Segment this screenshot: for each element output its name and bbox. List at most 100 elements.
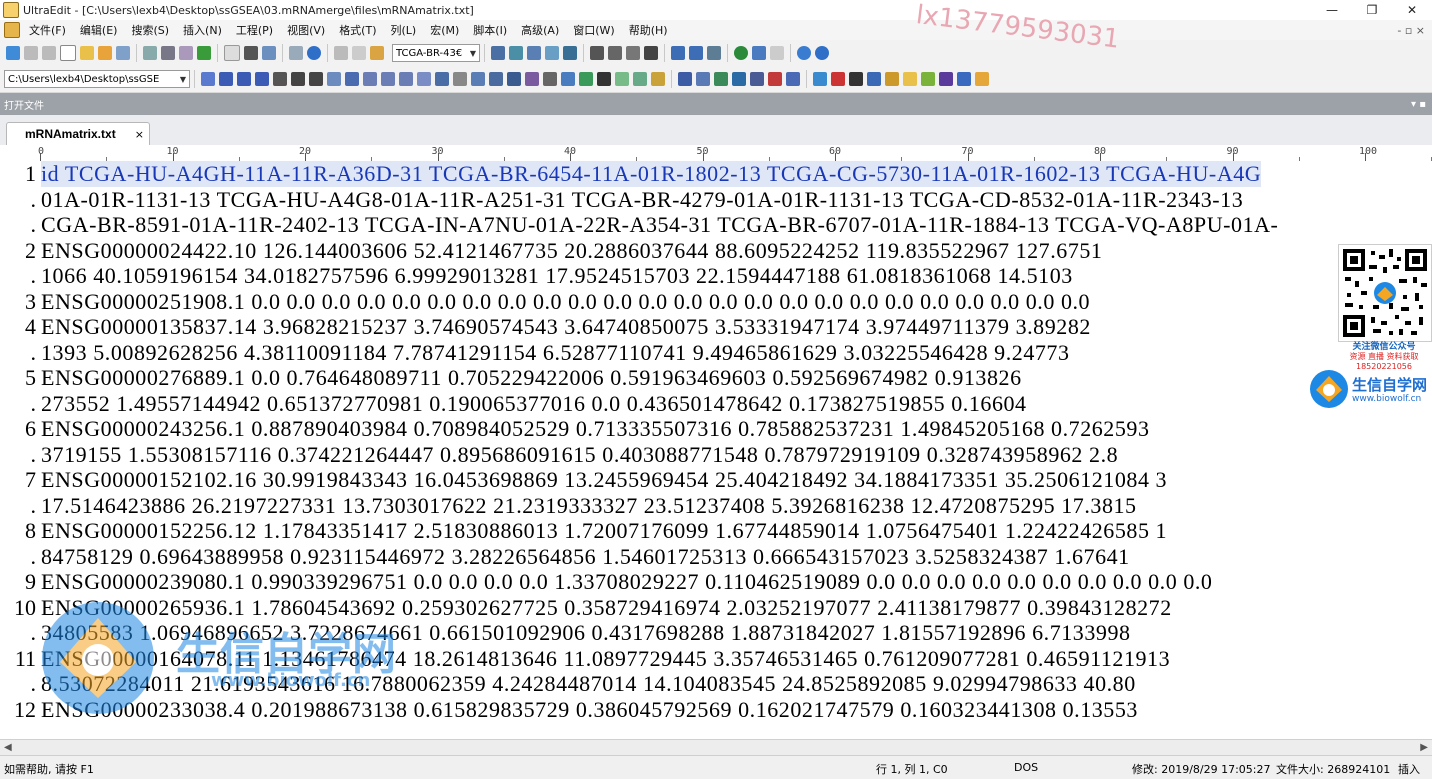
editor-line[interactable]: 1 id TCGA-HU-A4GH-11A-11R-A36D-31 TCGA-BR… — [0, 161, 1432, 187]
line-text[interactable]: ENSG00000239080.1 0.990339296751 0.0 0.0… — [41, 569, 1212, 595]
menu-search[interactable]: 搜索(S) — [124, 22, 176, 38]
table-icon[interactable] — [435, 72, 449, 86]
google-icon[interactable] — [813, 72, 827, 86]
minimize-button[interactable]: — — [1312, 0, 1352, 20]
globe-icon[interactable] — [307, 46, 321, 60]
compare-icon[interactable] — [770, 46, 784, 60]
menu-column[interactable]: 列(L) — [384, 22, 424, 38]
chart-icon[interactable] — [939, 72, 953, 86]
line-text[interactable]: 1393 5.00892628256 4.38110091184 7.78741… — [41, 340, 1070, 366]
horizontal-scrollbar[interactable]: ◀ ▶ — [0, 739, 1432, 755]
screen-icon[interactable] — [752, 46, 766, 60]
line-text[interactable]: 17.5146423886 26.2197227331 13.730301762… — [41, 493, 1137, 519]
word-wrap-icon[interactable] — [626, 46, 640, 60]
browser-icon[interactable] — [734, 46, 748, 60]
scroll-right-icon[interactable]: ▶ — [1420, 740, 1428, 755]
line-text[interactable]: 01A-01R-1131-13 TCGA-HU-A4G8-01A-11R-A25… — [41, 187, 1243, 213]
line-text[interactable]: ENSG00000152102.16 30.9919843343 16.0453… — [41, 467, 1167, 493]
paragraph-icon[interactable] — [273, 72, 287, 86]
editor-line[interactable]: 12 ENSG00000233038.4 0.201988673138 0.615… — [0, 697, 1432, 723]
line-text[interactable]: id TCGA-HU-A4GH-11A-11R-A36D-31 TCGA-BR-… — [41, 161, 1262, 187]
tidy-icon[interactable] — [750, 72, 764, 86]
line-text[interactable]: ENSG00000233038.4 0.201988673138 0.61582… — [41, 697, 1138, 723]
split-horizontal-icon[interactable] — [671, 46, 685, 60]
bold-icon[interactable] — [219, 72, 233, 86]
document-menu-icon[interactable] — [4, 22, 20, 38]
line-text[interactable]: ENSG00000024422.10 126.144003606 52.4121… — [41, 238, 1102, 264]
page-setup-icon[interactable] — [179, 46, 193, 60]
notes-icon[interactable] — [903, 72, 917, 86]
cut-icon[interactable] — [334, 46, 348, 60]
spreadsheet-icon[interactable] — [197, 46, 211, 60]
help-icon[interactable] — [815, 46, 829, 60]
print-icon[interactable] — [143, 46, 157, 60]
validate-icon[interactable] — [714, 72, 728, 86]
editor-line[interactable]: . 8.53072284011 21.6193543616 16.7880062… — [0, 671, 1432, 697]
columns-icon[interactable] — [696, 72, 710, 86]
editor-line[interactable]: . 1066 40.1059196154 34.0182757596 6.9992… — [0, 263, 1432, 289]
search-history-combo[interactable]: TCGA-BR-43€ ▼ — [392, 44, 480, 62]
split-vertical-icon[interactable] — [689, 46, 703, 60]
document-icon[interactable] — [224, 45, 240, 61]
align-left-icon[interactable] — [363, 72, 377, 86]
button-element-icon[interactable] — [507, 72, 521, 86]
editor-line[interactable]: . 17.5146423886 26.2197227331 13.7303017… — [0, 493, 1432, 519]
line-text[interactable]: CGA-BR-8591-01A-11R-2402-13 TCGA-IN-A7NU… — [41, 212, 1278, 238]
info-icon[interactable] — [797, 46, 811, 60]
line-text[interactable]: 1066 40.1059196154 34.0182757596 6.99929… — [41, 263, 1073, 289]
heading-icon[interactable] — [327, 72, 341, 86]
line-text[interactable]: 273552 1.49557144942 0.651372770981 0.19… — [41, 391, 1027, 417]
status-insert-mode[interactable]: 插入 — [1398, 761, 1420, 777]
editor-line[interactable]: . CGA-BR-8591-01A-11R-2402-13 TCGA-IN-A7N… — [0, 212, 1432, 238]
xml-icon[interactable] — [768, 72, 782, 86]
wikipedia-icon[interactable] — [849, 72, 863, 86]
notepad-icon[interactable] — [921, 72, 935, 86]
line-text[interactable]: ENSG00000164078.11 1.13461786474 18.2614… — [41, 646, 1170, 672]
line-text[interactable]: ENSG00000152256.12 1.17843351417 2.51830… — [41, 518, 1167, 544]
menu-window[interactable]: 窗口(W) — [566, 22, 621, 38]
horizontal-rule-icon[interactable] — [453, 72, 467, 86]
chevron-down-icon[interactable]: ▼ — [180, 75, 186, 84]
line-text[interactable]: ENSG00000276889.1 0.0 0.764648089711 0.7… — [41, 365, 1022, 391]
image-icon[interactable] — [579, 72, 593, 86]
menu-project[interactable]: 工程(P) — [229, 22, 280, 38]
menu-script[interactable]: 脚本(I) — [466, 22, 514, 38]
line-text[interactable]: ENSG00000243256.1 0.887890403984 0.70898… — [41, 416, 1150, 442]
editor-line[interactable]: 6 ENSG00000243256.1 0.887890403984 0.7089… — [0, 416, 1432, 442]
checkbox-element-icon[interactable] — [525, 72, 539, 86]
line-text[interactable]: ENSG00000265936.1 1.78604543692 0.259302… — [41, 595, 1172, 621]
save-icon[interactable] — [116, 46, 130, 60]
properties-icon[interactable] — [262, 46, 276, 60]
bulleted-list-icon[interactable] — [291, 72, 305, 86]
line-text[interactable]: ENSG00000135837.14 3.96828215237 3.74690… — [41, 314, 1091, 340]
italic-icon[interactable] — [237, 72, 251, 86]
maximize-button[interactable]: ❐ — [1352, 0, 1392, 20]
align-right-icon[interactable] — [399, 72, 413, 86]
menu-macro[interactable]: 宏(M) — [423, 22, 466, 38]
cascade-icon[interactable] — [707, 46, 721, 60]
yahoo-icon[interactable] — [831, 72, 845, 86]
menu-format[interactable]: 格式(T) — [332, 22, 383, 38]
panel-controls[interactable]: ▾ ▪ — [1411, 99, 1426, 110]
status-line-format[interactable]: DOS — [1014, 761, 1038, 774]
list-icon[interactable] — [244, 46, 258, 60]
copy-icon[interactable] — [352, 46, 366, 60]
align-center-icon[interactable] — [381, 72, 395, 86]
custom-tool-icon[interactable] — [975, 72, 989, 86]
form-icon[interactable] — [471, 72, 485, 86]
radio-element-icon[interactable] — [543, 72, 557, 86]
numbered-list-icon[interactable] — [309, 72, 323, 86]
hex-mode-icon[interactable] — [608, 46, 622, 60]
tab-mrnamatrix[interactable]: mRNAmatrix.txt × — [6, 122, 150, 145]
editor-line[interactable]: 10 ENSG00000265936.1 1.78604543692 0.2593… — [0, 595, 1432, 621]
editor-line[interactable]: 9 ENSG00000239080.1 0.990339296751 0.0 0.… — [0, 569, 1432, 595]
input-field-icon[interactable] — [489, 72, 503, 86]
editor-line[interactable]: . 1393 5.00892628256 4.38110091184 7.7874… — [0, 340, 1432, 366]
column-mode-icon[interactable] — [590, 46, 604, 60]
line-numbers-icon[interactable] — [644, 46, 658, 60]
paste-icon[interactable] — [370, 46, 384, 60]
line-text[interactable]: 34805583 1.06946896652 3.7228674661 0.66… — [41, 620, 1131, 646]
html-tag-icon[interactable] — [201, 72, 215, 86]
css-icon[interactable] — [786, 72, 800, 86]
editor-line[interactable]: . 01A-01R-1131-13 TCGA-HU-A4G8-01A-11R-A2… — [0, 187, 1432, 213]
